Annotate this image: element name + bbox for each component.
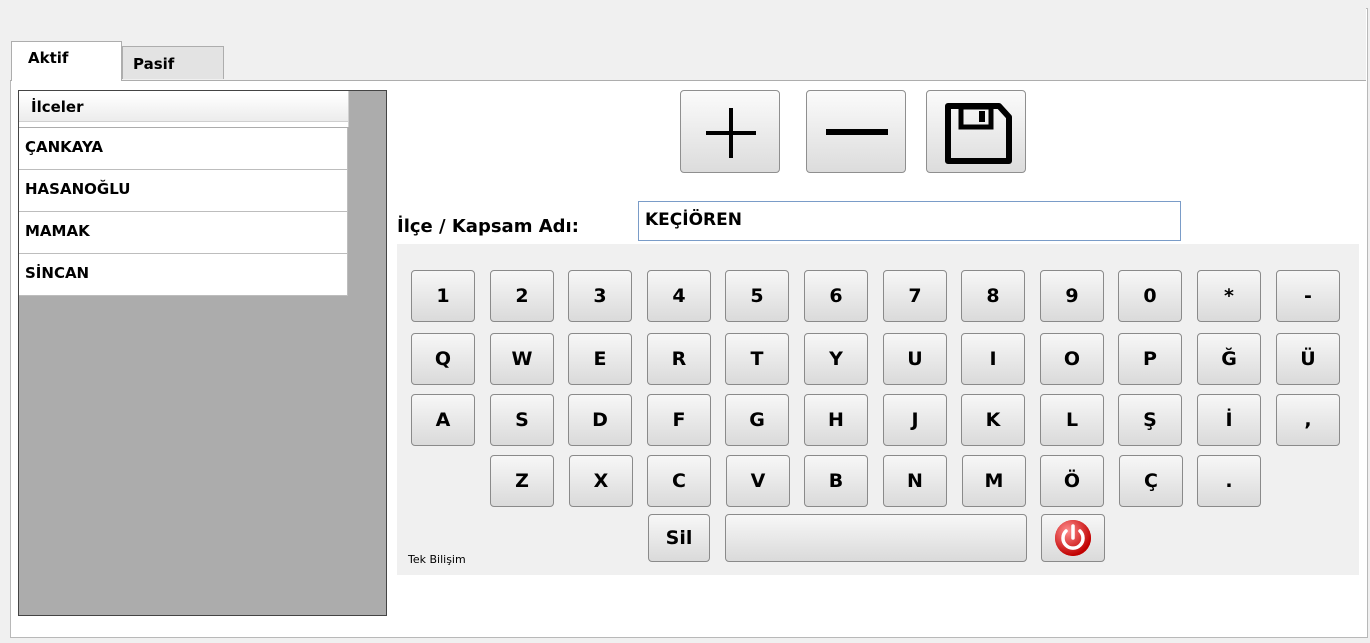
key[interactable]: I (961, 333, 1025, 385)
tab-pasif[interactable]: Pasif (122, 46, 224, 79)
tab-aktif[interactable]: Aktif (11, 41, 122, 81)
key[interactable]: W (490, 333, 554, 385)
district-name-input[interactable]: KEÇİÖREN (638, 201, 1181, 241)
key[interactable]: Y (804, 333, 868, 385)
key[interactable]: İ (1197, 394, 1261, 446)
district-name-label: İlçe / Kapsam Adı: (397, 216, 579, 237)
key[interactable]: R (647, 333, 711, 385)
key[interactable]: Z (490, 455, 554, 507)
key[interactable]: T (725, 333, 789, 385)
key[interactable]: X (569, 455, 633, 507)
key[interactable]: 6 (804, 270, 868, 322)
key[interactable]: B (804, 455, 868, 507)
key[interactable]: H (804, 394, 868, 446)
key[interactable]: 9 (1040, 270, 1104, 322)
key[interactable]: K (961, 394, 1025, 446)
key[interactable]: D (568, 394, 632, 446)
key[interactable]: Ş (1118, 394, 1182, 446)
key[interactable]: Ö (1040, 455, 1104, 507)
key[interactable]: E (568, 333, 632, 385)
key[interactable]: 7 (883, 270, 947, 322)
key[interactable]: S (490, 394, 554, 446)
key[interactable]: M (962, 455, 1026, 507)
key[interactable]: 5 (725, 270, 789, 322)
key[interactable]: C (647, 455, 711, 507)
list-item[interactable]: SİNCAN (19, 254, 348, 296)
key[interactable]: , (1276, 394, 1340, 446)
list-header: İlceler (19, 91, 349, 127)
add-button[interactable] (680, 90, 780, 173)
key[interactable]: Ç (1119, 455, 1183, 507)
key[interactable]: * (1197, 270, 1261, 322)
key[interactable]: 0 (1118, 270, 1182, 322)
key[interactable]: Ğ (1197, 333, 1261, 385)
key[interactable]: N (883, 455, 947, 507)
key[interactable]: Q (411, 333, 475, 385)
tab-strip: Aktif Pasif (10, 8, 1366, 81)
key[interactable]: 3 (568, 270, 632, 322)
remove-button[interactable] (806, 90, 906, 173)
key[interactable]: U (883, 333, 947, 385)
key[interactable]: O (1040, 333, 1104, 385)
key[interactable]: V (726, 455, 790, 507)
brand-label: Tek Bilişim (408, 553, 466, 566)
key[interactable]: L (1040, 394, 1104, 446)
power-button[interactable] (1041, 514, 1105, 562)
list-header-label: İlceler (19, 94, 348, 122)
key[interactable]: - (1276, 270, 1340, 322)
floppy-disk-icon (945, 103, 1012, 164)
key[interactable]: P (1118, 333, 1182, 385)
list-item[interactable]: MAMAK (19, 212, 348, 254)
key[interactable]: G (725, 394, 789, 446)
key[interactable]: . (1197, 455, 1261, 507)
space-key[interactable] (725, 514, 1027, 562)
backspace-key[interactable]: Sil (648, 514, 710, 562)
key[interactable]: F (647, 394, 711, 446)
list-item[interactable]: HASANOĞLU (19, 170, 348, 212)
minus-icon (826, 129, 888, 135)
key[interactable]: 2 (490, 270, 554, 322)
key[interactable]: 8 (961, 270, 1025, 322)
district-list: İlceler ÇANKAYA HASANOĞLU MAMAK SİNCAN (18, 90, 387, 616)
key[interactable]: J (883, 394, 947, 446)
key[interactable]: 4 (647, 270, 711, 322)
key[interactable]: Ü (1276, 333, 1340, 385)
key[interactable]: A (411, 394, 475, 446)
key[interactable]: 1 (411, 270, 475, 322)
power-icon (1055, 520, 1091, 556)
list-item[interactable]: ÇANKAYA (19, 128, 348, 170)
save-button[interactable] (926, 90, 1026, 173)
plus-icon (706, 108, 756, 158)
